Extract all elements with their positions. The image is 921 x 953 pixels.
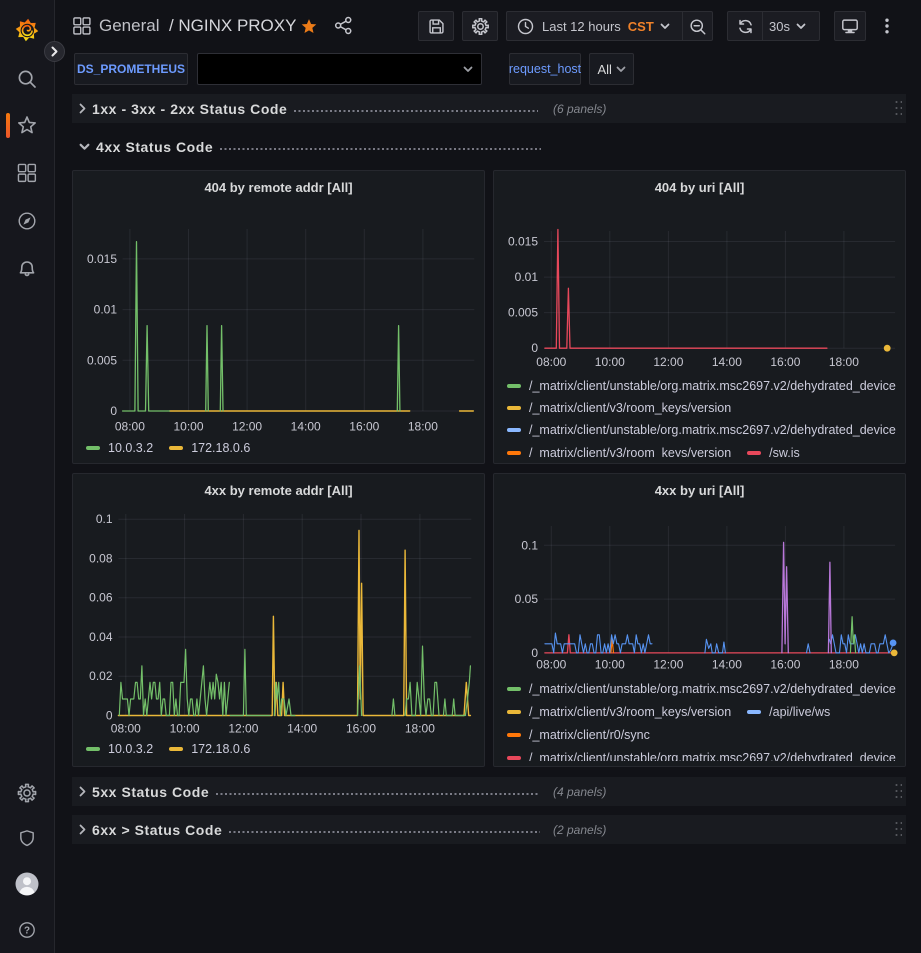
svg-text:0.01: 0.01	[94, 303, 118, 317]
svg-text:14:00: 14:00	[291, 420, 321, 434]
svg-text:0.01: 0.01	[515, 270, 539, 284]
svg-text:08:00: 08:00	[111, 722, 141, 736]
svg-text:08:00: 08:00	[536, 355, 566, 369]
svg-text:14:00: 14:00	[712, 658, 742, 672]
svg-text:14:00: 14:00	[712, 355, 742, 369]
svg-text:12:00: 12:00	[228, 722, 258, 736]
svg-text:0.08: 0.08	[89, 552, 113, 566]
svg-text:10:00: 10:00	[173, 420, 203, 434]
svg-text:16:00: 16:00	[349, 420, 379, 434]
svg-text:0.02: 0.02	[89, 669, 113, 683]
svg-text:18:00: 18:00	[829, 658, 859, 672]
svg-text:12:00: 12:00	[653, 355, 683, 369]
svg-text:16:00: 16:00	[770, 658, 800, 672]
svg-text:0: 0	[531, 341, 538, 355]
svg-text:10:00: 10:00	[595, 658, 625, 672]
svg-text:18:00: 18:00	[408, 420, 438, 434]
svg-text:0.005: 0.005	[508, 306, 538, 320]
svg-text:0.1: 0.1	[96, 512, 113, 526]
svg-text:0.04: 0.04	[89, 630, 113, 644]
svg-text:18:00: 18:00	[829, 355, 859, 369]
svg-text:0.05: 0.05	[515, 592, 539, 606]
svg-text:?: ?	[24, 926, 30, 937]
svg-text:08:00: 08:00	[536, 658, 566, 672]
svg-text:12:00: 12:00	[653, 658, 683, 672]
svg-text:0: 0	[106, 709, 113, 723]
svg-text:08:00: 08:00	[115, 420, 145, 434]
svg-text:0.06: 0.06	[89, 591, 113, 605]
svg-text:10:00: 10:00	[170, 722, 200, 736]
svg-text:0.005: 0.005	[87, 353, 117, 367]
svg-text:0.015: 0.015	[508, 235, 538, 249]
svg-text:0.015: 0.015	[87, 252, 117, 266]
svg-text:12:00: 12:00	[232, 420, 262, 434]
svg-text:0.1: 0.1	[521, 538, 538, 552]
svg-text:10:00: 10:00	[595, 355, 625, 369]
svg-text:0: 0	[110, 404, 117, 418]
svg-text:16:00: 16:00	[346, 722, 376, 736]
svg-text:16:00: 16:00	[770, 355, 800, 369]
svg-text:14:00: 14:00	[287, 722, 317, 736]
svg-text:18:00: 18:00	[405, 722, 435, 736]
